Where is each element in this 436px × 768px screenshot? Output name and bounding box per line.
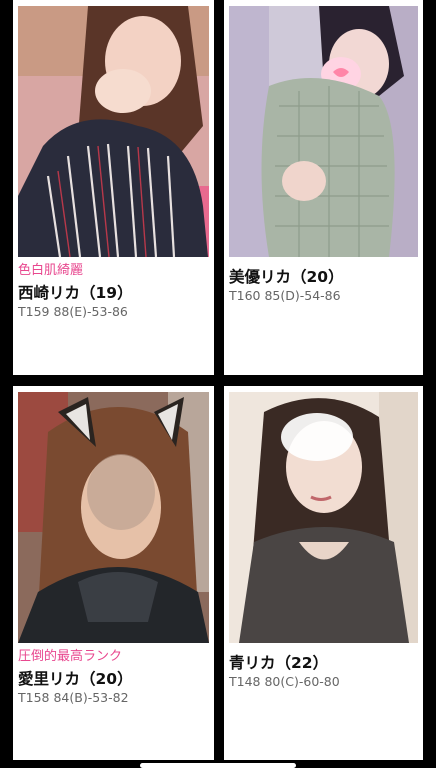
profile-name[interactable]: 美優リカ（20） [229, 267, 418, 287]
home-indicator [140, 763, 296, 768]
profile-card-2[interactable]: 美優リカ（20） T160 85(D)-54-86 [224, 0, 423, 375]
profile-photo-3[interactable] [18, 392, 209, 643]
profile-stats: T159 88(E)-53-86 [18, 304, 128, 319]
profile-stats: T148 80(C)-60-80 [229, 674, 340, 689]
profile-grid: 色白肌綺麗 西崎リカ（19） T159 88(E)-53-86 美優リカ（20）… [0, 0, 436, 768]
profile-stats: T158 84(B)-53-82 [18, 690, 129, 705]
profile-card-1[interactable]: 色白肌綺麗 西崎リカ（19） T159 88(E)-53-86 [13, 0, 214, 375]
profile-info-3: 圧倒的最高ランク 愛里リカ（20） T158 84(B)-53-82 [18, 649, 209, 706]
profile-name[interactable]: 西崎リカ（19） [18, 283, 209, 303]
profile-info-4: 青リカ（22） T148 80(C)-60-80 [229, 649, 418, 690]
profile-name[interactable]: 青リカ（22） [229, 653, 418, 673]
profile-info-1: 色白肌綺麗 西崎リカ（19） T159 88(E)-53-86 [18, 263, 209, 320]
profile-photo-2[interactable] [229, 6, 418, 257]
profile-photo-4[interactable] [229, 392, 418, 643]
profile-stats: T160 85(D)-54-86 [229, 288, 341, 303]
profile-tagline: 圧倒的最高ランク [18, 649, 123, 664]
profile-photo-1[interactable] [18, 6, 209, 257]
profile-card-4[interactable]: 青リカ（22） T148 80(C)-60-80 [224, 386, 423, 760]
profile-name[interactable]: 愛里リカ（20） [18, 669, 209, 689]
profile-tagline: 色白肌綺麗 [18, 263, 84, 278]
profile-card-3[interactable]: 圧倒的最高ランク 愛里リカ（20） T158 84(B)-53-82 [13, 386, 214, 760]
profile-info-2: 美優リカ（20） T160 85(D)-54-86 [229, 263, 418, 304]
